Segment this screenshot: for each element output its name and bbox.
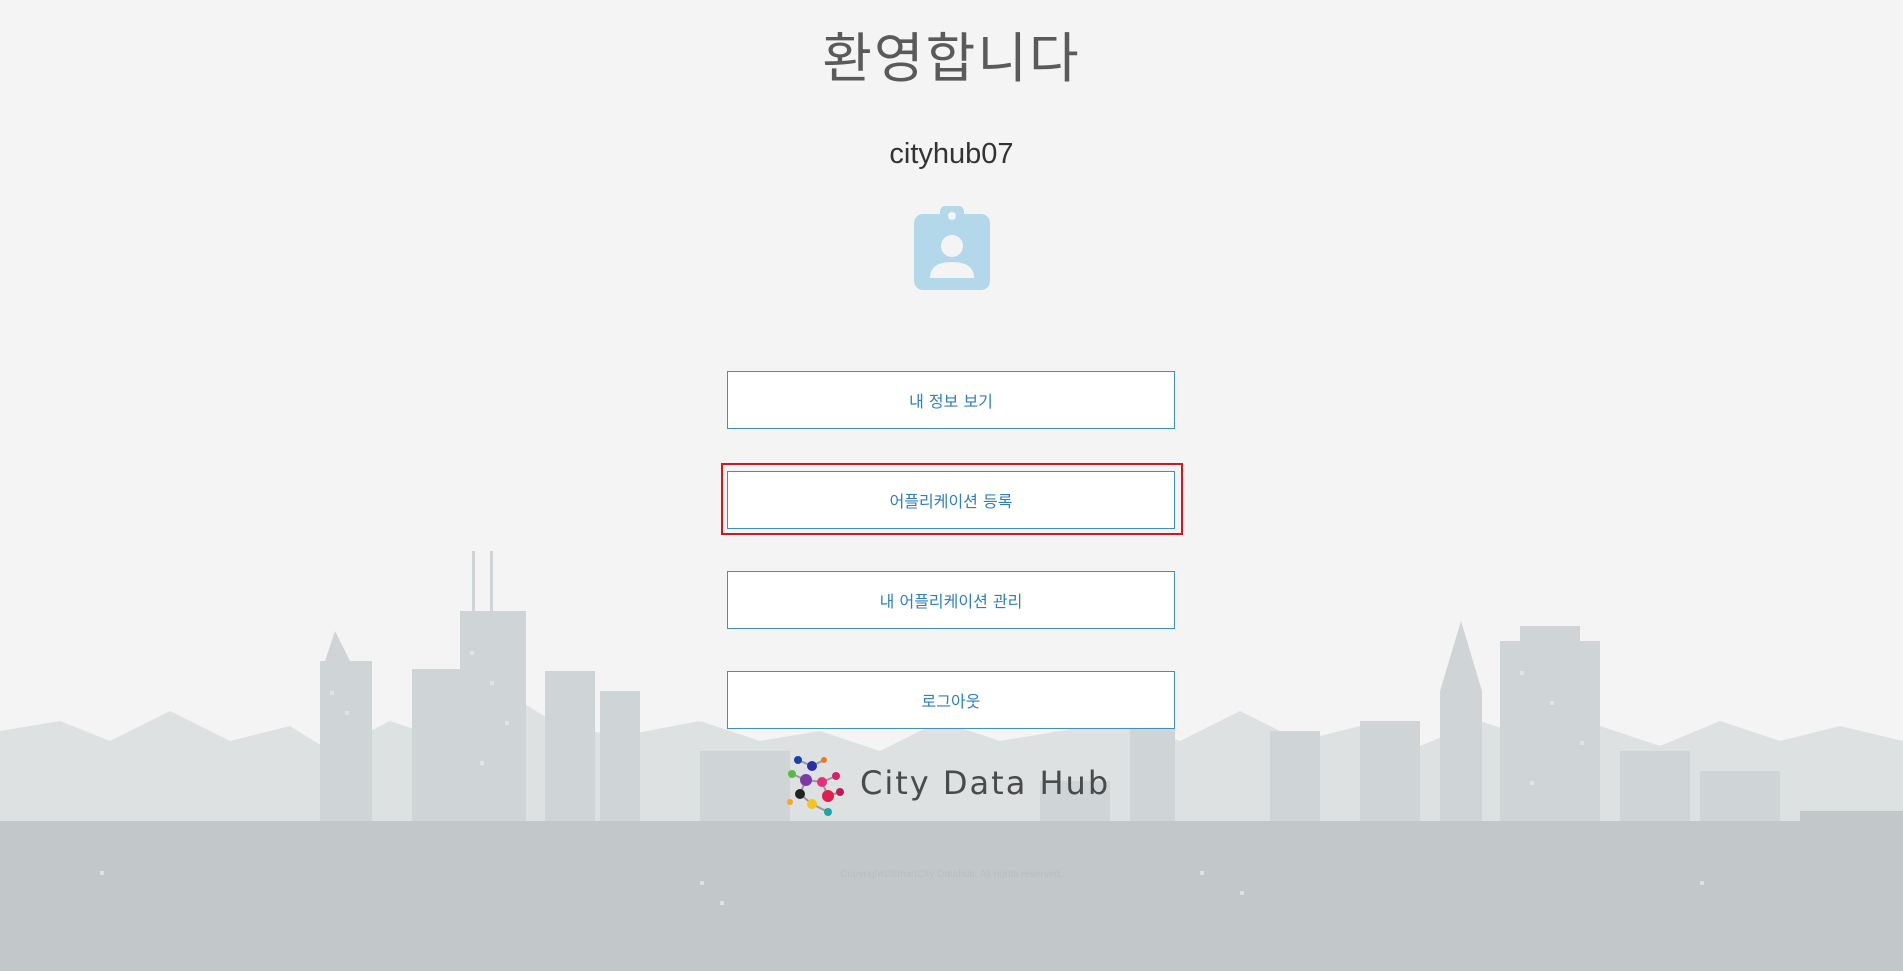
city-data-hub-logo: City Data Hub (778, 746, 1110, 820)
welcome-title: 환영합니다 (822, 27, 1081, 90)
manage-my-applications-button[interactable]: 내 어플리케이션 관리 (727, 571, 1175, 629)
view-my-info-button[interactable]: 내 정보 보기 (727, 371, 1175, 429)
welcome-page: 환영합니다 cityhub07 내 정보 보기 어플리케이션 등록 내 어플리케… (0, 0, 1903, 971)
logout-button[interactable]: 로그아웃 (727, 671, 1175, 729)
molecule-logo-icon (787, 756, 844, 816)
username-label: cityhub07 (889, 138, 1014, 170)
user-badge-icon (914, 206, 990, 290)
logo-text: City Data Hub (860, 764, 1111, 802)
copyright-text: Copyright©SmartCity Datahub. All rights … (840, 869, 1063, 880)
register-application-button[interactable]: 어플리케이션 등록 (727, 471, 1175, 529)
